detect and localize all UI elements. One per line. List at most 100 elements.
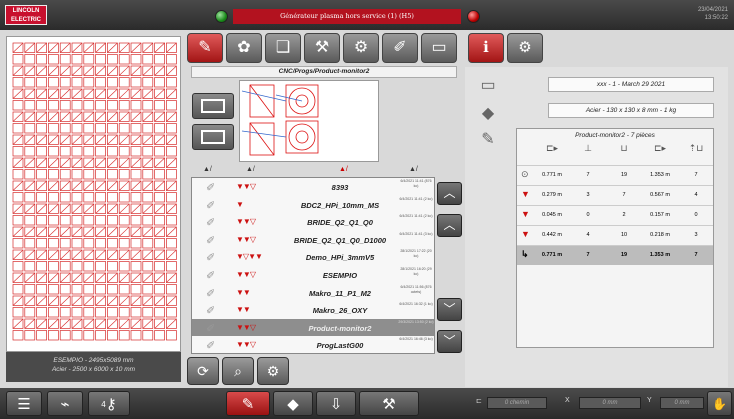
file-list[interactable]: ✐ ▼▼▽ 8393 6/4/2021 11:41 (876 ko) ✐ ▼ BDC2_HP… bbox=[191, 177, 435, 354]
next-button[interactable] bbox=[192, 124, 234, 150]
file-date: 6/4/2021 11:56 (876 octets) bbox=[400, 284, 432, 294]
total-icon: ↳ bbox=[521, 249, 529, 259]
total-cut-length: 0.771 m bbox=[541, 252, 563, 258]
rapid-length-header-icon: ⊏▸ bbox=[653, 143, 667, 153]
file-name: Demo_HPi_3mmV5 bbox=[305, 253, 375, 263]
file-name: BRIDE_Q2_Q1_Q0_D1000 bbox=[293, 235, 387, 245]
edit-folder-icon[interactable]: ✐ bbox=[382, 33, 418, 63]
cut-mode-icon[interactable]: ✎ bbox=[226, 391, 270, 416]
folder-open-icon[interactable]: ❑ bbox=[265, 33, 301, 63]
program-info-panel: ▭ ◆ ✎ xxx - 1 - March 29 2021 Acier - 13… bbox=[465, 67, 728, 387]
file-name: Makro_26_OXY bbox=[312, 306, 368, 316]
parts-table-title: Product-monitor2 - 7 pièces bbox=[575, 132, 655, 139]
parts-row[interactable]: ▼ 0.442 m 4 10 0.218 m 3 bbox=[517, 225, 713, 245]
scroll-top-button[interactable]: ︿ bbox=[437, 182, 462, 205]
file-name: ProgLastG00 bbox=[316, 341, 364, 351]
top-bar: LINCOLN ELECTRIC Générateur plasma hors … bbox=[0, 0, 734, 30]
cell-pierces: 4 bbox=[586, 232, 590, 238]
user-key-icon[interactable]: 4⚷ bbox=[88, 391, 130, 416]
file-date: 6/4/2021 11:41 (2 ko) bbox=[399, 196, 433, 201]
part-type-icon: ▼ bbox=[521, 229, 530, 239]
tool-markers: ▼▼▽ bbox=[236, 234, 256, 244]
logo-text-bottom: ELECTRIC bbox=[11, 17, 41, 23]
parts-row[interactable]: ⊙ 0.771 m 7 19 1.353 m 7 bbox=[517, 165, 713, 185]
program-file-icon: ✐ bbox=[206, 199, 216, 212]
tool-markers: ▼▽▼▼ bbox=[236, 252, 263, 262]
cell-rapid-length: 1.353 m bbox=[650, 172, 670, 178]
logo-text-top: LINCOLN bbox=[12, 8, 40, 14]
refresh-icon[interactable]: ⟳ bbox=[187, 357, 219, 385]
file-name: BRIDE_Q2_Q1_Q0 bbox=[307, 218, 373, 228]
clock: 23/04/2021 13:50:22 bbox=[698, 6, 728, 22]
tools-icon[interactable]: ⚒ bbox=[359, 391, 419, 416]
search-icon[interactable]: ⌕ bbox=[222, 357, 254, 385]
file-name: Makro_11_P1_M2 bbox=[309, 288, 371, 298]
part-type-icon: ▼ bbox=[521, 189, 530, 199]
scroll-up-button[interactable]: ︿ bbox=[437, 214, 462, 237]
usb-icon[interactable]: ⌁ bbox=[47, 391, 83, 416]
scroll-down-button[interactable]: ﹀ bbox=[437, 298, 462, 321]
program-file-icon: ✐ bbox=[206, 270, 216, 282]
total-contours: 19 bbox=[620, 252, 628, 258]
sort-icon-col2[interactable]: ▲/ bbox=[246, 166, 255, 173]
tool-markers: ▼ bbox=[236, 199, 244, 209]
cell-pierces: 0 bbox=[586, 212, 590, 218]
path-icon: ⊏ bbox=[476, 398, 482, 405]
folder-tools-icon[interactable]: ⚒ bbox=[304, 33, 340, 63]
prev-button[interactable] bbox=[192, 93, 234, 119]
file-date: 28/1/2021 17:22 (20 ko) bbox=[400, 249, 432, 259]
cell-cut-length: 0.442 m bbox=[542, 232, 562, 238]
monitor-icon[interactable]: ▭ bbox=[421, 33, 457, 63]
palette-icon[interactable]: ✿ bbox=[226, 33, 262, 63]
arrow-left-icon bbox=[201, 99, 225, 113]
status-led-red bbox=[467, 10, 480, 23]
program-file-icon: ✐ bbox=[206, 287, 216, 300]
program-file-icon: ✐ bbox=[206, 305, 216, 318]
parts-row[interactable]: ▼ 0.279 m 3 7 0.567 m 4 bbox=[517, 185, 713, 205]
sort-icon-name[interactable]: ▲/ bbox=[339, 166, 348, 173]
parts-settings-icon[interactable]: ⚙ bbox=[257, 357, 289, 385]
tab-parts[interactable]: ⚙ bbox=[507, 33, 543, 63]
file-date: 6/4/2021 11:41 (876 ko) bbox=[400, 179, 432, 188]
alarm-banner[interactable]: Générateur plasma hors service (1) (H5) bbox=[233, 9, 461, 24]
arrow-right-icon bbox=[201, 130, 225, 144]
total-rapid-length: 1.353 m bbox=[649, 252, 671, 258]
file-name: BDC2_HPi_10mm_MS bbox=[300, 200, 380, 210]
sheet-info: ESEMPIO - 2495x5089 mm Acier - 2500 x 60… bbox=[6, 352, 181, 382]
program-date-box: xxx - 1 - March 29 2021 bbox=[548, 77, 714, 92]
cell-contours: 7 bbox=[622, 192, 626, 198]
program-file-icon: ✐ bbox=[206, 234, 216, 247]
part-icon: ✎ bbox=[481, 131, 495, 148]
parts-icon[interactable]: ⚙ bbox=[343, 33, 379, 63]
sort-icon-col1[interactable]: ▲/ bbox=[203, 166, 212, 173]
plate-icon[interactable]: ◆ bbox=[273, 391, 313, 416]
file-row[interactable]: ✐ ▼▼▽ ProgLastG00 6/4/2021 16:46 (3 ko) bbox=[192, 336, 434, 353]
sort-icon-date[interactable]: ▲/ bbox=[409, 166, 418, 173]
scroll-bottom-button[interactable]: ﹀ bbox=[437, 330, 462, 353]
tool-markers: ▼▼▽ bbox=[236, 182, 256, 191]
cell-parts: 0 bbox=[694, 212, 698, 218]
cell-parts: 7 bbox=[694, 172, 698, 178]
part-type-icon: ⊙ bbox=[521, 169, 529, 179]
total-parts: 7 bbox=[694, 252, 698, 258]
tab-program-info[interactable]: ℹ bbox=[468, 33, 504, 63]
program-file-icon: ✐ bbox=[206, 182, 216, 194]
menu-icon[interactable]: ☰ bbox=[6, 391, 42, 416]
status-led-green bbox=[215, 10, 228, 23]
parts-row[interactable]: ▼ 0.045 m 0 2 0.157 m 0 bbox=[517, 205, 713, 225]
monitor-small-icon: ▭ bbox=[480, 77, 496, 94]
contour-header-icon: ⊔ bbox=[620, 143, 628, 153]
pierce-count-header-icon: ⊥ bbox=[584, 143, 592, 153]
hand-icon[interactable]: ✋ bbox=[707, 391, 732, 416]
file-column-headers: ▲/ ▲/ ▲/ ▲/ bbox=[191, 166, 435, 176]
total-pierces: 7 bbox=[586, 252, 590, 258]
file-date: 6/4/2021 16:46 (3 ko) bbox=[399, 337, 433, 342]
cell-contours: 19 bbox=[620, 172, 628, 178]
folder-icon[interactable]: ✎ bbox=[187, 33, 223, 63]
cut-length-header-icon: ⊏▸ bbox=[545, 143, 559, 153]
cell-pierces: 3 bbox=[586, 192, 590, 198]
sheet-preview[interactable] bbox=[6, 36, 181, 352]
download-part-icon[interactable]: ⇩ bbox=[316, 391, 356, 416]
cell-contours: 10 bbox=[620, 232, 628, 238]
program-file-icon: ✐ bbox=[206, 322, 216, 335]
